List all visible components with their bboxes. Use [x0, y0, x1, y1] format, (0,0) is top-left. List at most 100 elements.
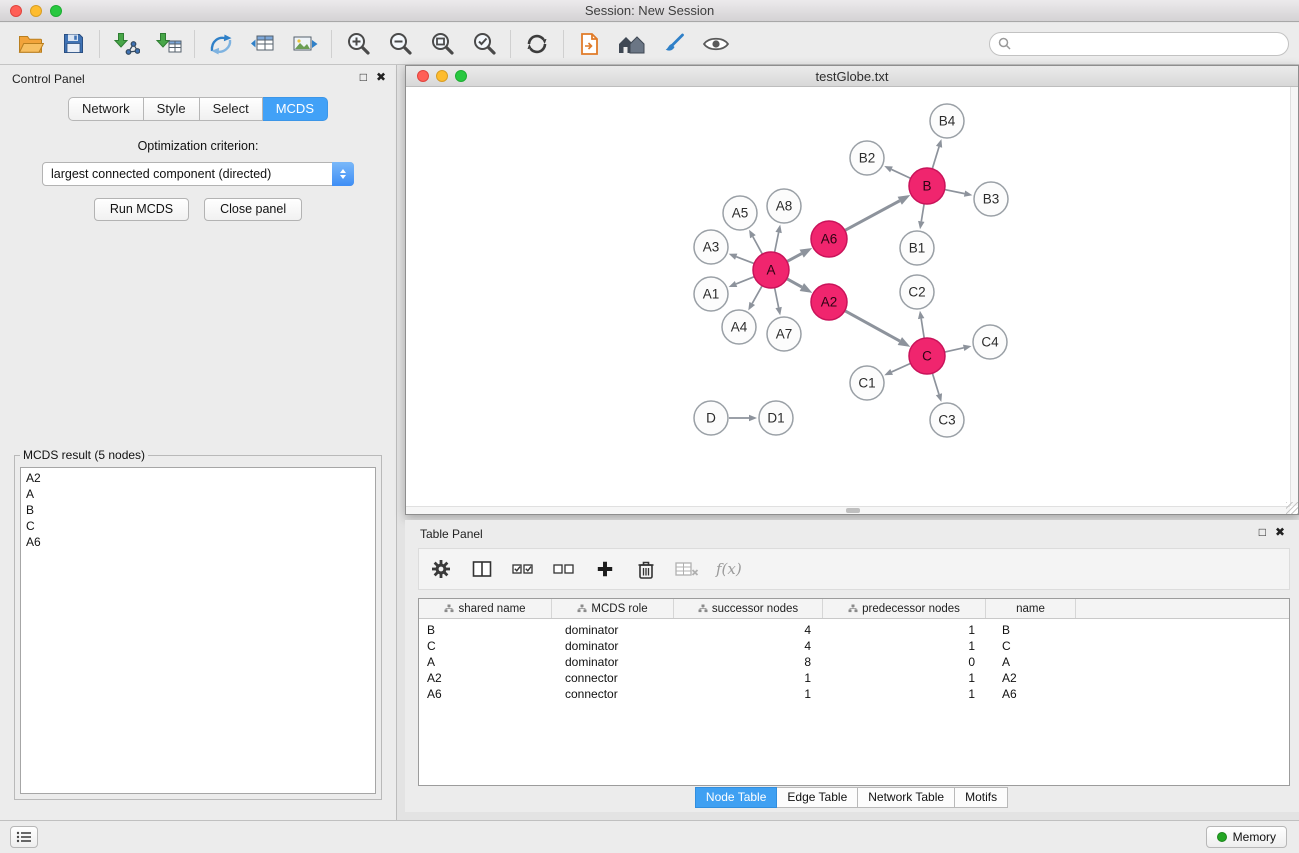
- function-builder-button[interactable]: f(x): [716, 560, 742, 578]
- table-row[interactable]: Bdominator41B: [419, 622, 1289, 638]
- network-canvas[interactable]: B4 B2 B B3 A5 A8 A6 B1 A3 A C2 A1 A2 A4 A7 C4 C C1 C3 D D1: [406, 87, 1290, 506]
- network-edge-A-A4[interactable]: [752, 286, 762, 304]
- close-table-panel-button[interactable]: ✖: [1275, 525, 1285, 539]
- network-node-B[interactable]: B: [909, 168, 945, 204]
- network-edge-A2-C[interactable]: [845, 311, 900, 341]
- tab-node-table[interactable]: Node Table: [695, 787, 778, 808]
- network-node-A2[interactable]: A2: [811, 284, 847, 320]
- table-row[interactable]: A6connector11A6: [419, 686, 1289, 702]
- network-node-B4[interactable]: B4: [930, 104, 964, 138]
- table-row[interactable]: Cdominator41C: [419, 638, 1289, 654]
- zoom-out-button[interactable]: [379, 26, 421, 62]
- network-edge-B-B1[interactable]: [921, 204, 924, 222]
- toggle-details-button[interactable]: [695, 26, 737, 62]
- zoom-selected-button[interactable]: [463, 26, 505, 62]
- network-edge-A-A1[interactable]: [736, 277, 754, 284]
- style-paint-button[interactable]: [653, 26, 695, 62]
- network-horizontal-scrollbar[interactable]: [406, 506, 1290, 514]
- result-item[interactable]: C: [21, 518, 375, 534]
- network-node-A8[interactable]: A8: [767, 189, 801, 223]
- network-node-A5[interactable]: A5: [723, 196, 757, 230]
- resize-grip-icon[interactable]: [1286, 502, 1298, 514]
- home-button[interactable]: [611, 26, 653, 62]
- network-vertical-scrollbar[interactable]: [1290, 87, 1298, 506]
- import-network-button[interactable]: [105, 26, 147, 62]
- tab-network-table[interactable]: Network Table: [857, 787, 955, 808]
- tab-select[interactable]: Select: [200, 97, 263, 121]
- column-header-successor-nodes[interactable]: successor nodes: [674, 599, 823, 618]
- export-table-button[interactable]: [242, 26, 284, 62]
- table-row[interactable]: A2connector11A2: [419, 670, 1289, 686]
- task-history-button[interactable]: [10, 826, 38, 848]
- network-node-C1[interactable]: C1: [850, 366, 884, 400]
- network-edge-B-B4[interactable]: [932, 147, 939, 169]
- network-edge-B-B3[interactable]: [945, 190, 965, 194]
- network-node-D[interactable]: D: [694, 401, 728, 435]
- scrollbar-thumb[interactable]: [846, 508, 860, 513]
- table-settings-button[interactable]: [429, 557, 453, 581]
- search-input[interactable]: [989, 32, 1289, 56]
- export-network-button[interactable]: [200, 26, 242, 62]
- tab-motifs[interactable]: Motifs: [954, 787, 1008, 808]
- column-header-shared-name[interactable]: shared name: [419, 599, 552, 618]
- unselect-all-button[interactable]: [552, 557, 576, 581]
- network-node-A7[interactable]: A7: [767, 317, 801, 351]
- result-item[interactable]: A: [21, 486, 375, 502]
- table-row[interactable]: Adominator80A: [419, 654, 1289, 670]
- close-panel-button[interactable]: ✖: [376, 70, 386, 84]
- network-edge-A6-B[interactable]: [845, 201, 900, 231]
- network-node-B3[interactable]: B3: [974, 182, 1008, 216]
- network-edge-A-A5[interactable]: [753, 237, 763, 254]
- mcds-result-list[interactable]: A2ABCA6: [20, 467, 376, 794]
- network-window-titlebar[interactable]: testGlobe.txt: [406, 66, 1298, 87]
- network-node-C[interactable]: C: [909, 338, 945, 374]
- network-node-A3[interactable]: A3: [694, 230, 728, 264]
- refresh-button[interactable]: [516, 26, 558, 62]
- network-edge-C-C4[interactable]: [945, 348, 964, 352]
- column-header-mcds-role[interactable]: MCDS role: [552, 599, 674, 618]
- result-item[interactable]: A6: [21, 534, 375, 550]
- network-edge-A-A7[interactable]: [775, 288, 779, 308]
- open-document-button[interactable]: [569, 26, 611, 62]
- float-panel-button[interactable]: □: [360, 70, 367, 84]
- network-node-C4[interactable]: C4: [973, 325, 1007, 359]
- result-item[interactable]: A2: [21, 470, 375, 486]
- tab-edge-table[interactable]: Edge Table: [776, 787, 858, 808]
- zoom-fit-button[interactable]: [421, 26, 463, 62]
- add-column-button[interactable]: [593, 557, 617, 581]
- zoom-in-button[interactable]: [337, 26, 379, 62]
- network-edge-B-B2[interactable]: [891, 169, 910, 178]
- network-edge-C-C3[interactable]: [932, 373, 939, 394]
- select-all-button[interactable]: [511, 557, 535, 581]
- column-header-name[interactable]: name: [986, 599, 1076, 618]
- import-table-button[interactable]: [147, 26, 189, 62]
- criterion-dropdown[interactable]: largest connected component (directed): [42, 162, 354, 186]
- run-mcds-button[interactable]: Run MCDS: [94, 198, 189, 221]
- network-edge-A-A3[interactable]: [736, 257, 754, 264]
- network-edge-C-C1[interactable]: [892, 363, 911, 372]
- network-edge-A-A8[interactable]: [775, 232, 779, 252]
- open-session-button[interactable]: [10, 26, 52, 62]
- tab-style[interactable]: Style: [144, 97, 200, 121]
- network-node-D1[interactable]: D1: [759, 401, 793, 435]
- network-node-B1[interactable]: B1: [900, 231, 934, 265]
- network-edge-C-C2[interactable]: [921, 319, 924, 339]
- column-header-predecessor-nodes[interactable]: predecessor nodes: [823, 599, 986, 618]
- export-image-button[interactable]: [284, 26, 326, 62]
- show-columns-button[interactable]: [470, 557, 494, 581]
- network-node-C3[interactable]: C3: [930, 403, 964, 437]
- network-node-A[interactable]: A: [753, 252, 789, 288]
- memory-button[interactable]: Memory: [1206, 826, 1287, 848]
- network-edge-A-A6[interactable]: [787, 254, 802, 262]
- tab-network[interactable]: Network: [68, 97, 144, 121]
- network-node-A4[interactable]: A4: [722, 310, 756, 344]
- network-node-A1[interactable]: A1: [694, 277, 728, 311]
- close-panel-action-button[interactable]: Close panel: [204, 198, 302, 221]
- network-node-B2[interactable]: B2: [850, 141, 884, 175]
- network-node-A6[interactable]: A6: [811, 221, 847, 257]
- result-item[interactable]: B: [21, 502, 375, 518]
- network-node-C2[interactable]: C2: [900, 275, 934, 309]
- save-session-button[interactable]: [52, 26, 94, 62]
- float-table-panel-button[interactable]: □: [1259, 525, 1266, 539]
- delete-column-button[interactable]: [634, 557, 658, 581]
